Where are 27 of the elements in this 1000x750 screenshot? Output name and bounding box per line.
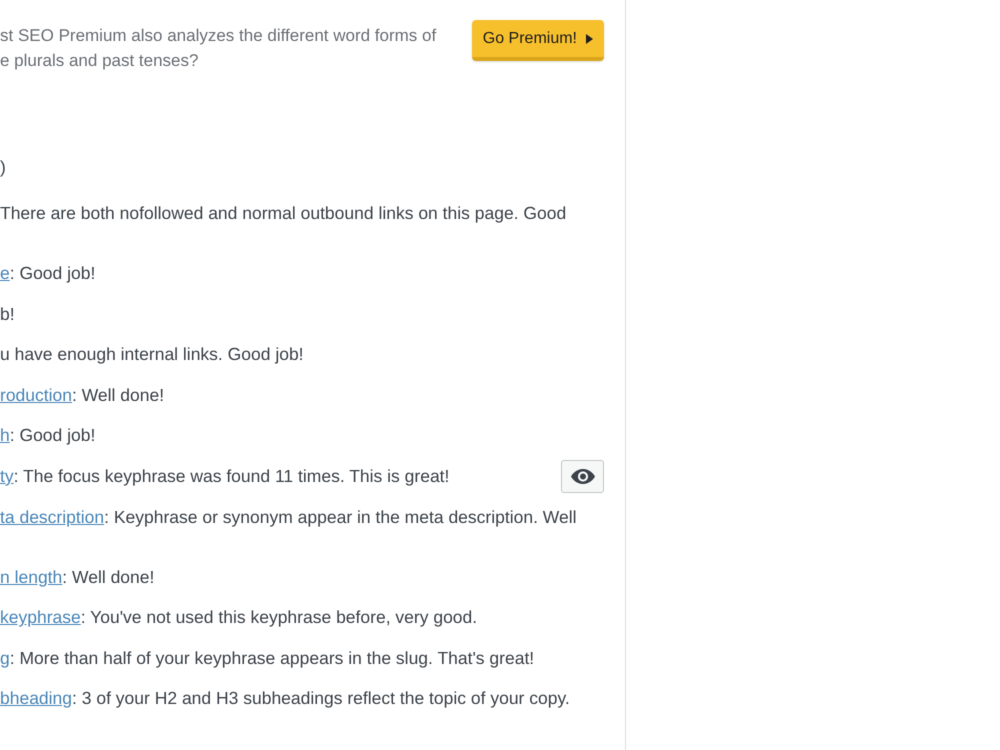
assessment-link[interactable]: n length xyxy=(0,566,62,587)
result-text: ty: The focus keyphrase was found 11 times. This is great! xyxy=(0,464,450,488)
result-text: g: More than half of your keyphrase appears in the slug. That's great! xyxy=(0,646,534,670)
result-text: b! xyxy=(0,302,15,326)
result-text: bheading: 3 of your H2 and H3 subheadings reflect the topic of your copy. xyxy=(0,687,570,710)
assessment-link[interactable]: h xyxy=(0,425,10,446)
assessment-link[interactable]: bheading xyxy=(0,688,72,708)
highlight-button[interactable] xyxy=(561,460,604,493)
assessment-link[interactable]: g xyxy=(0,648,10,668)
upsell-text: st SEO Premium also analyzes the different word forms of e plurals and past tenses? xyxy=(0,25,436,72)
assessment-link[interactable]: e xyxy=(0,263,10,283)
result-text: There are both nofollowed and normal outbound links on this page. Good xyxy=(0,202,566,225)
caret-icon xyxy=(586,34,593,44)
result-text: h: Good job! xyxy=(0,424,96,448)
result-text: u have enough internal links. Good job! xyxy=(0,343,304,366)
assessment-link[interactable]: keyphrase xyxy=(0,607,81,628)
assessment-link[interactable]: roduction xyxy=(0,384,72,405)
assessment-link[interactable]: ty xyxy=(0,466,14,486)
result-text: ta description: Keyphrase or synonym appear in the meta description. Well xyxy=(0,506,577,529)
result-text: roduction: Well done! xyxy=(0,384,164,407)
result-text: e: Good job! xyxy=(0,262,96,285)
result-text: n length: Well done! xyxy=(0,566,154,589)
section-heading-fragment: ) xyxy=(0,156,6,179)
go-premium-button[interactable]: Go Premium! xyxy=(472,20,604,61)
result-text: keyphrase: You've not used this keyphrase before, very good. xyxy=(0,606,478,630)
eye-icon xyxy=(570,468,594,484)
assessment-link[interactable]: ta description xyxy=(0,506,104,527)
